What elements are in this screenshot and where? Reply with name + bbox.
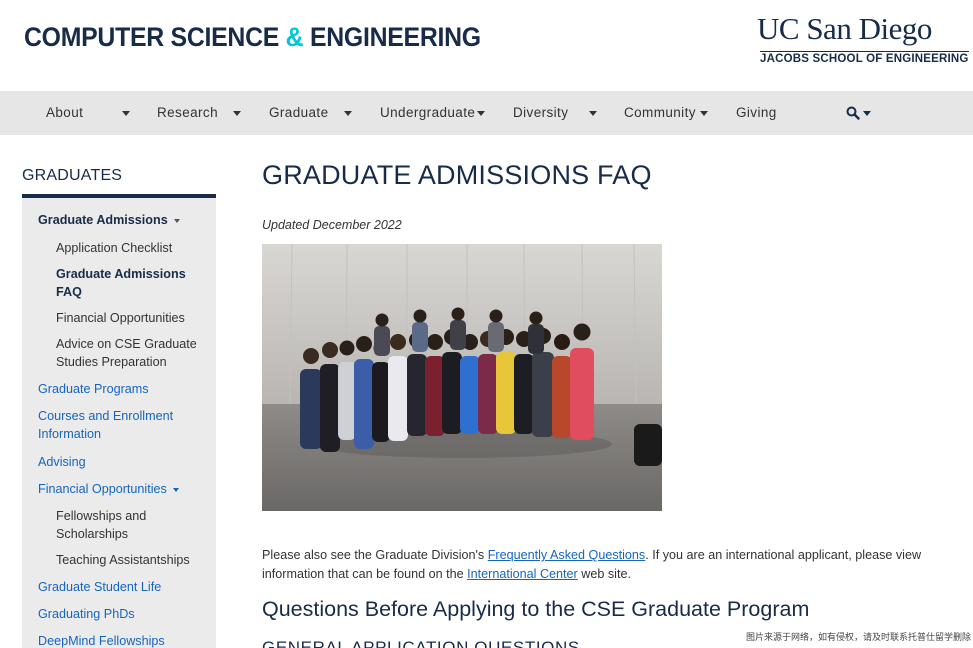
ucsd-logo-text: UC San Diego bbox=[757, 11, 932, 46]
nav-item-diversity[interactable]: Diversity bbox=[513, 91, 568, 135]
site-title-ampersand: & bbox=[285, 22, 304, 52]
international-center-link[interactable]: International Center bbox=[467, 567, 578, 581]
sidebar-item-courses-enrollment[interactable]: Courses and Enrollment Information bbox=[38, 407, 173, 443]
sidebar-item-deepmind-fellowships[interactable]: DeepMind Fellowships bbox=[38, 632, 165, 648]
main-nav: About Research Graduate Undergraduate Di… bbox=[0, 91, 973, 135]
site-title-link[interactable]: COMPUTER SCIENCE & ENGINEERING bbox=[24, 22, 481, 53]
sidebar-heading: GRADUATES bbox=[22, 167, 123, 184]
sidebar-item-label: Advice on CSE Graduate bbox=[56, 337, 197, 351]
group-photo bbox=[262, 244, 662, 511]
sidebar-item-fellowships[interactable]: Fellowships and Scholarships bbox=[56, 507, 146, 543]
sidebar-item-graduate-admissions[interactable]: Graduate Admissions bbox=[38, 211, 180, 229]
nav-item-research[interactable]: Research bbox=[157, 91, 218, 135]
ucsd-logo-link[interactable]: UC San Diego JACOBS SCHOOL OF ENGINEERIN… bbox=[757, 11, 969, 72]
nav-item-undergraduate[interactable]: Undergraduate bbox=[380, 91, 475, 135]
nav-item-giving[interactable]: Giving bbox=[736, 91, 777, 135]
sidebar-item-advice-cse[interactable]: Advice on CSE Graduate Studies Preparati… bbox=[56, 335, 197, 371]
page-title: GRADUATE ADMISSIONS FAQ bbox=[262, 160, 652, 190]
chevron-down-icon[interactable] bbox=[477, 111, 485, 116]
sidebar-item-graduating-phds[interactable]: Graduating PhDs bbox=[38, 605, 135, 623]
sidebar-item-teaching-assistantships[interactable]: Teaching Assistantships bbox=[56, 551, 190, 569]
sidebar-item-label: Information bbox=[38, 427, 101, 441]
sidebar-item-advising[interactable]: Advising bbox=[38, 453, 86, 471]
sidebar-menu: Graduate Admissions Application Checklis… bbox=[22, 198, 216, 648]
chevron-down-icon[interactable] bbox=[700, 111, 708, 116]
sidebar-item-application-checklist[interactable]: Application Checklist bbox=[56, 239, 172, 257]
site-header: COMPUTER SCIENCE & ENGINEERING UC San Di… bbox=[0, 0, 973, 91]
site-title-part2: ENGINEERING bbox=[303, 22, 481, 52]
graduate-division-faq-link[interactable]: Frequently Asked Questions bbox=[488, 548, 646, 562]
site-title-part1: COMPUTER SCIENCE bbox=[24, 22, 286, 52]
sidebar-item-label: Graduate Admissions bbox=[38, 213, 168, 227]
intro-paragraph: Please also see the Graduate Division's … bbox=[262, 546, 942, 584]
sidebar-item-label: Financial Opportunities bbox=[38, 482, 167, 496]
chevron-down-icon[interactable] bbox=[344, 111, 352, 116]
nav-item-about[interactable]: About bbox=[46, 91, 83, 135]
chevron-down-icon bbox=[863, 111, 871, 116]
sidebar-item-student-life[interactable]: Graduate Student Life bbox=[38, 578, 161, 596]
search-icon bbox=[846, 106, 860, 120]
intro-text: web site. bbox=[577, 567, 631, 581]
sidebar-item-label: Fellowships and bbox=[56, 509, 147, 523]
chevron-down-icon[interactable] bbox=[122, 111, 130, 116]
subsection-heading: GENERAL APPLICATION QUESTIONS bbox=[262, 638, 580, 648]
chevron-down-icon bbox=[172, 487, 179, 492]
chevron-down-icon bbox=[173, 218, 180, 223]
nav-item-graduate[interactable]: Graduate bbox=[269, 91, 329, 135]
sidebar-item-graduate-programs[interactable]: Graduate Programs bbox=[38, 380, 149, 398]
jacobs-school-text: JACOBS SCHOOL OF ENGINEERING bbox=[760, 51, 969, 65]
sidebar-item-financial-opportunities[interactable]: Financial Opportunities bbox=[38, 480, 179, 498]
sidebar: GRADUATES Graduate Admissions Applicatio… bbox=[22, 162, 216, 648]
updated-date: Updated December 2022 bbox=[262, 218, 402, 232]
sidebar-item-graduate-admissions-faq[interactable]: Graduate Admissions FAQ bbox=[56, 265, 186, 301]
sidebar-item-label: Scholarships bbox=[56, 527, 129, 541]
sidebar-item-label: Studies Preparation bbox=[56, 355, 167, 369]
sidebar-item-financial-opportunities-sub[interactable]: Financial Opportunities bbox=[56, 309, 185, 327]
search-toggle[interactable] bbox=[846, 105, 876, 121]
chevron-down-icon[interactable] bbox=[233, 111, 241, 116]
sidebar-item-label: FAQ bbox=[56, 285, 82, 299]
nav-item-community[interactable]: Community bbox=[624, 91, 696, 135]
watermark-text: 图片来源于网络，如有侵权，请及时联系托普仕留学删除 bbox=[739, 629, 973, 645]
chevron-down-icon[interactable] bbox=[589, 111, 597, 116]
sidebar-item-label: Courses and Enrollment bbox=[38, 409, 174, 423]
section-heading: Questions Before Applying to the CSE Gra… bbox=[262, 597, 810, 621]
intro-text: Please also see the Graduate Division's bbox=[262, 548, 488, 562]
sidebar-item-label: Graduate Admissions bbox=[56, 267, 186, 281]
